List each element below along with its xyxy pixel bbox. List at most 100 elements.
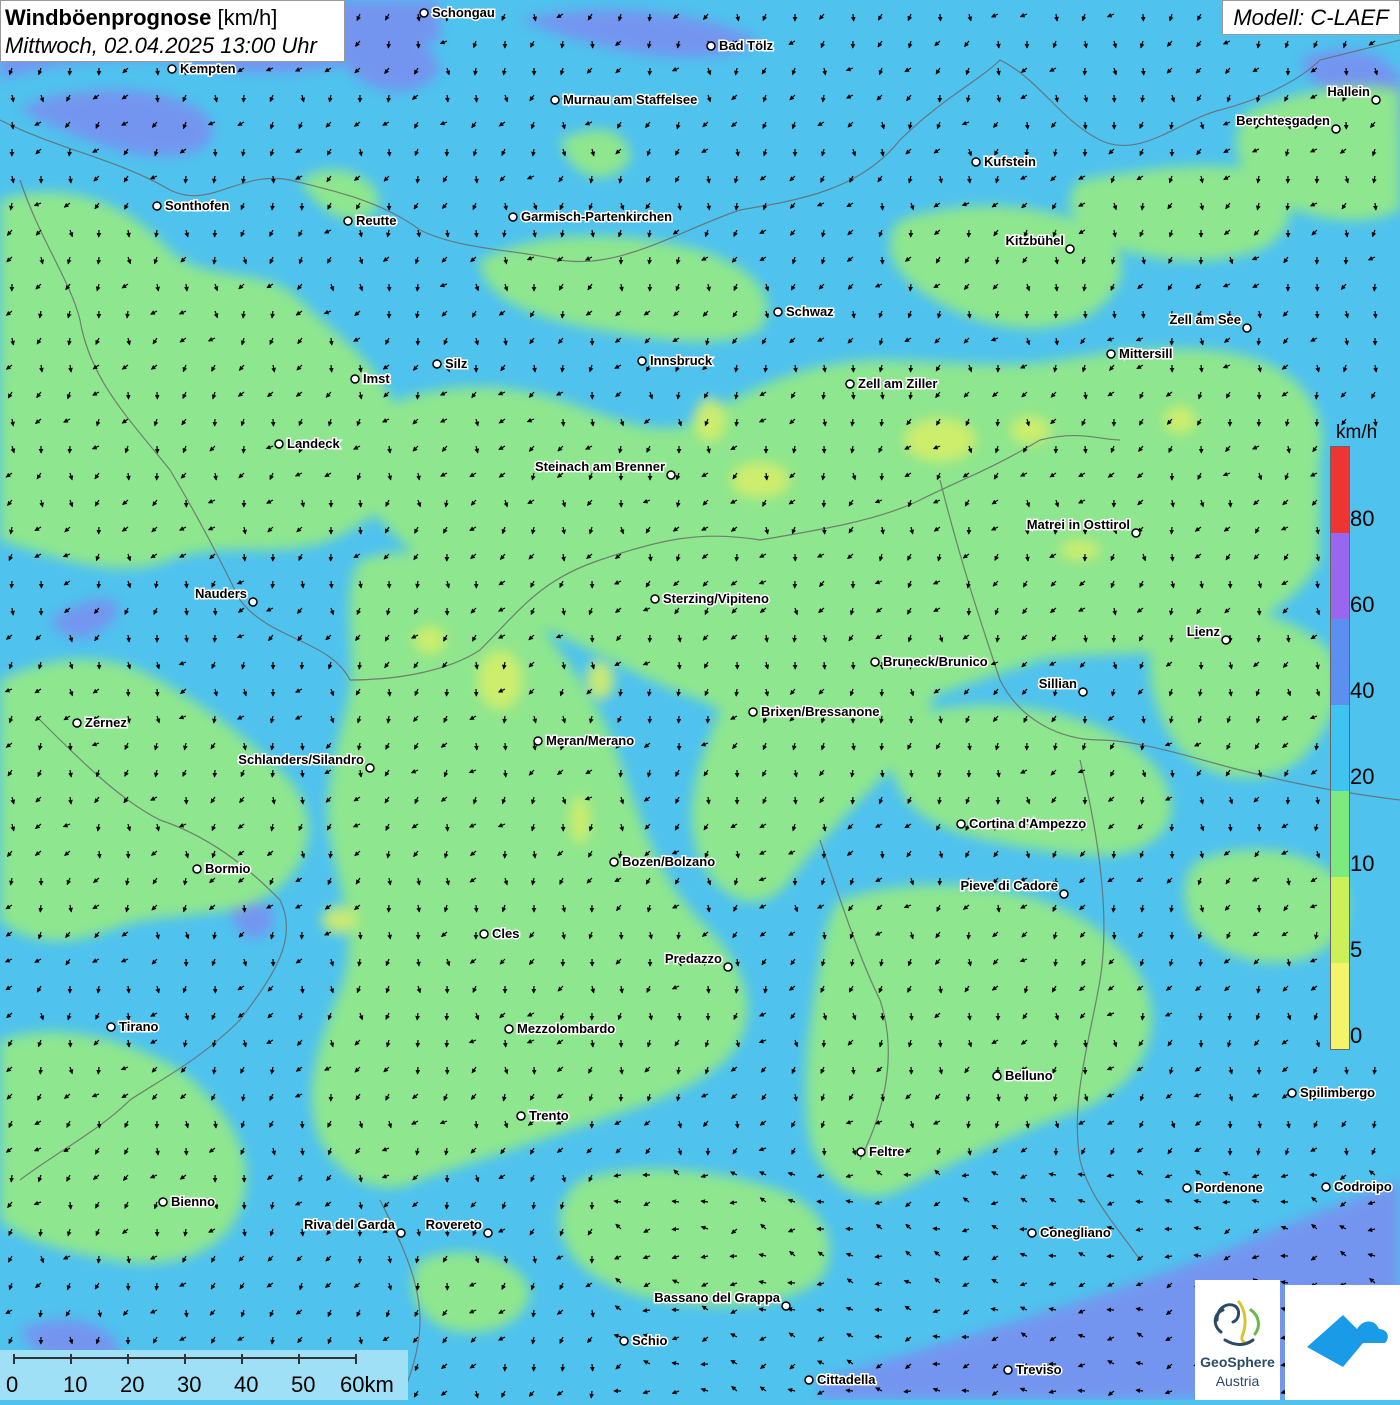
city-dot: [993, 1072, 1001, 1080]
wind-arrow: [940, 14, 941, 21]
wind-arrow: [302, 986, 303, 993]
wind-arrow: [1374, 1067, 1375, 1074]
wind-arrow: [40, 905, 41, 912]
city-marker: Sonthofen: [153, 198, 229, 213]
wind-arrow: [243, 95, 244, 102]
wind-arrow: [418, 1067, 419, 1074]
wind-arrow: [98, 1256, 99, 1263]
city-dot: [1107, 350, 1115, 358]
wind-arrow: [1287, 203, 1288, 210]
city-dot: [782, 1302, 790, 1310]
city-label: Mittersill: [1119, 346, 1172, 361]
city-dot: [1079, 688, 1087, 696]
wind-arrow: [679, 1013, 680, 1020]
city-dot: [1028, 1229, 1036, 1237]
wind-arrow: [1258, 635, 1259, 642]
title-box: Windböenprognose [km/h] Mittwoch, 02.04.…: [0, 0, 345, 62]
city-dot: [805, 1376, 813, 1384]
wind-arrow: [882, 851, 883, 858]
city-label: Zell am See: [1169, 312, 1241, 327]
wind-gust-map: SchongauBad TölzKemptenMurnau am Staffel…: [0, 0, 1400, 1400]
wind-arrow: [1259, 824, 1260, 831]
wind-arrow: [940, 1040, 941, 1047]
wind-arrow: [1346, 68, 1347, 75]
city-label: Silz: [445, 356, 468, 371]
city-label: Sterzing/Vipiteno: [663, 591, 769, 606]
city-dot: [1183, 1184, 1191, 1192]
wind-arrow: [302, 743, 303, 750]
city-marker: Brixen/Bressanone: [749, 704, 880, 719]
city-dot: [1243, 324, 1251, 332]
wind-arrow: [1230, 500, 1231, 507]
city-dot: [667, 471, 675, 479]
wind-arrow: [505, 743, 506, 750]
wind-arrow: [1317, 311, 1318, 318]
city-label: Pieve di Cadore: [960, 878, 1058, 893]
city-label: Garmisch-Partenkirchen: [521, 209, 672, 224]
wind-arrow: [1200, 959, 1201, 966]
legend-label: 20: [1350, 764, 1374, 790]
wind-arrow: [1143, 311, 1144, 318]
wind-arrow: [1172, 554, 1173, 561]
wind-arrow: [672, 1229, 679, 1230]
city-dot: [707, 42, 715, 50]
wind-arrow: [99, 1121, 100, 1128]
city-label: Innsbruck: [650, 353, 713, 368]
wind-arrow: [1201, 365, 1202, 372]
wind-arrow: [795, 797, 796, 804]
city-dot: [1322, 1183, 1330, 1191]
wind-arrow: [824, 1148, 825, 1155]
city-label: Bozen/Bolzano: [622, 854, 715, 869]
city-marker: Zell am Ziller: [846, 376, 937, 391]
wind-arrow: [1172, 770, 1173, 777]
city-label: Steinach am Brenner: [535, 459, 665, 474]
wind-arrow: [997, 419, 998, 426]
wind-arrow: [1142, 1013, 1143, 1020]
wind-arrow: [273, 419, 274, 426]
scale-label: 20: [120, 1372, 144, 1398]
wind-arrow: [389, 149, 390, 156]
wind-arrow: [418, 41, 419, 48]
wind-arrow: [562, 1364, 563, 1371]
wind-arrow: [272, 770, 273, 777]
wind-arrow: [875, 1336, 882, 1337]
title-unit: [km/h]: [217, 5, 277, 30]
wind-arrow: [1085, 446, 1086, 453]
wind-arrow: [98, 1067, 99, 1074]
legend-segment: [1331, 533, 1349, 619]
wind-arrow: [853, 14, 854, 21]
wind-arrow: [98, 581, 99, 588]
wind-arrow: [360, 527, 361, 534]
city-label: Schio: [632, 1333, 667, 1348]
wind-arrow: [417, 176, 418, 183]
scale-label: 50: [291, 1372, 315, 1398]
city-dot: [651, 595, 659, 603]
city-label: Cles: [492, 926, 519, 941]
wind-arrow: [533, 1202, 534, 1209]
wind-arrow: [272, 581, 273, 588]
legend-segment: [1331, 791, 1349, 877]
wind-arrow: [389, 689, 390, 696]
wind-arrow: [679, 662, 680, 669]
city-label: Meran/Merano: [546, 733, 634, 748]
legend-label: 5: [1350, 937, 1362, 963]
city-dot: [749, 708, 757, 716]
logo-line1: GeoSphere: [1195, 1354, 1280, 1370]
legend-label: 60: [1350, 592, 1374, 618]
city-marker: Mezzolombardo: [505, 1021, 615, 1036]
wind-arrow: [563, 419, 564, 426]
wind-arrow: [1049, 1256, 1056, 1257]
city-dot: [505, 1025, 513, 1033]
wind-arrow: [447, 689, 448, 696]
wind-arrow: [910, 392, 911, 399]
wind-arrow: [911, 365, 912, 372]
wind-arrow: [620, 770, 621, 777]
geosphere-logo-icon: [1195, 1280, 1280, 1360]
city-marker: Conegliano: [1028, 1225, 1111, 1240]
city-label: Spilimbergo: [1300, 1085, 1375, 1100]
wind-arrow: [447, 1013, 448, 1020]
city-label: Landeck: [287, 436, 341, 451]
city-label: Matrei in Osttirol: [1027, 517, 1130, 532]
wind-arrow: [736, 554, 737, 561]
wind-arrow: [1229, 1013, 1230, 1020]
